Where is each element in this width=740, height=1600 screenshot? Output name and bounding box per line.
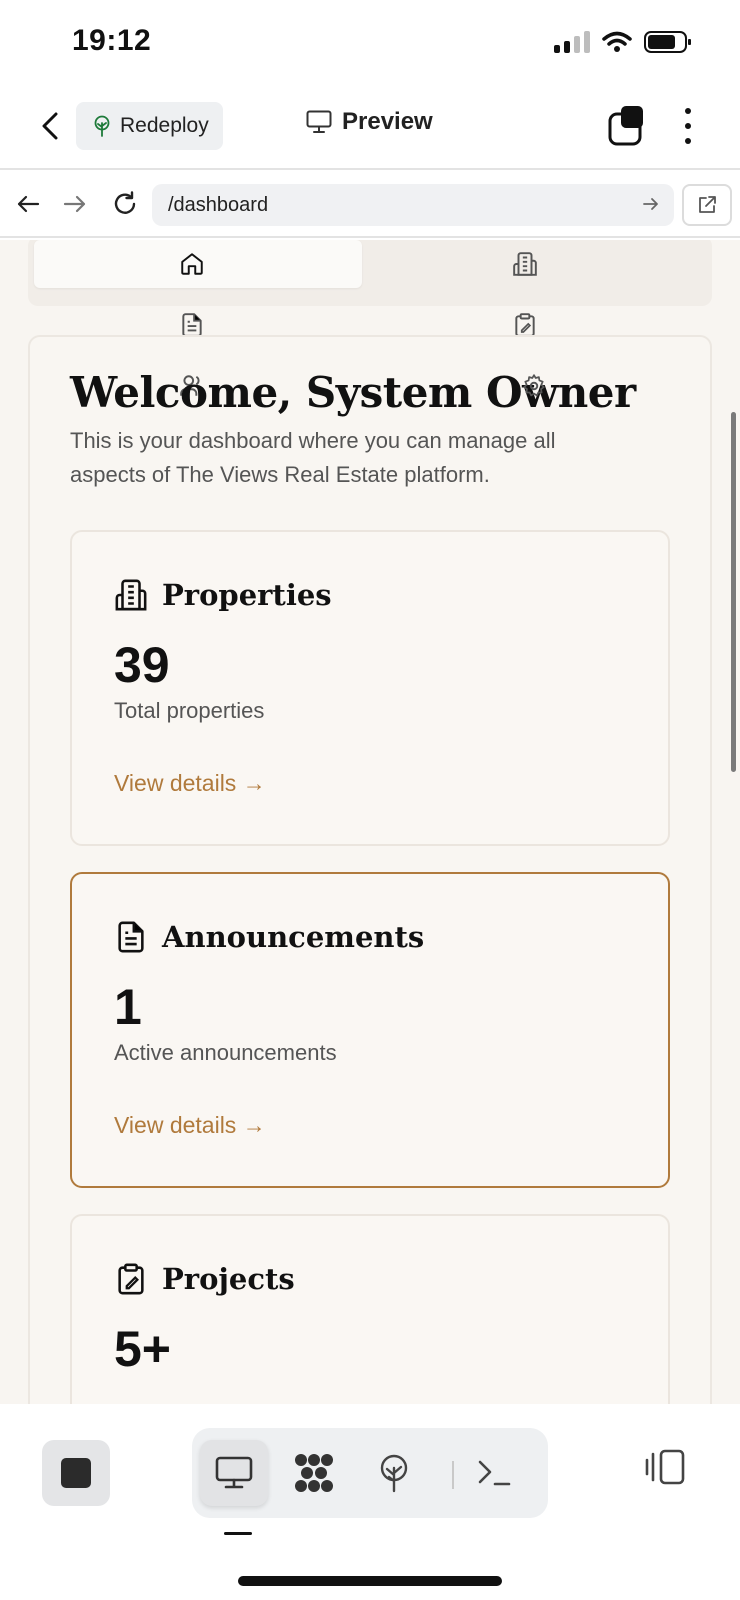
card-value: 1 — [114, 979, 142, 1035]
dashboard-nav-tabs — [28, 240, 712, 306]
tab-home[interactable] — [177, 249, 207, 279]
console-view-button[interactable] — [460, 1440, 528, 1506]
document-icon — [118, 921, 144, 953]
announcements-card[interactable]: Announcements 1 Active announcements Vie… — [70, 872, 670, 1188]
battery-icon — [644, 31, 691, 53]
go-arrow-icon[interactable] — [642, 195, 660, 213]
external-link-icon — [699, 196, 716, 213]
open-external-button[interactable] — [682, 184, 732, 226]
card-title: Properties — [162, 578, 332, 612]
tabs-icon — [608, 106, 643, 146]
scrollbar[interactable] — [731, 412, 736, 772]
preview-title: Preview — [306, 108, 433, 136]
card-header: Projects — [114, 1262, 295, 1296]
browser-forward-button[interactable] — [60, 189, 90, 219]
stop-icon — [61, 1458, 91, 1488]
more-options-button[interactable] — [676, 104, 700, 148]
tab-properties[interactable] — [510, 249, 540, 279]
card-label: Total properties — [114, 698, 265, 723]
terminal-icon — [478, 1460, 511, 1486]
reload-icon — [114, 191, 136, 214]
browser-back-button[interactable] — [13, 189, 43, 219]
monitor-icon — [306, 110, 332, 133]
settings-icon — [523, 374, 545, 397]
card-label: Active announcements — [114, 1040, 337, 1065]
stop-button[interactable] — [42, 1440, 110, 1506]
home-indicator — [238, 1576, 502, 1586]
split-view-button[interactable] — [642, 1444, 688, 1490]
nodes-icon — [295, 1454, 333, 1492]
wifi-icon — [602, 31, 632, 52]
view-details-link[interactable]: View details → — [114, 1112, 266, 1139]
reload-button[interactable] — [110, 189, 140, 219]
building-icon — [115, 579, 147, 611]
status-icons — [554, 30, 692, 54]
building-icon — [513, 252, 537, 276]
workflow-view-button[interactable] — [280, 1440, 348, 1506]
redeploy-label: Redeploy — [120, 114, 209, 137]
properties-card[interactable]: Properties 39 Total properties View deta… — [70, 530, 670, 846]
url-input[interactable]: /dashboard — [152, 184, 674, 226]
active-view-indicator — [224, 1532, 252, 1535]
tree-icon — [380, 1454, 408, 1493]
page-description: This is your dashboard where you can man… — [70, 428, 556, 487]
arrow-left-icon — [17, 195, 40, 213]
home-icon — [181, 253, 203, 275]
card-header: Announcements — [114, 920, 424, 954]
signal-icon — [554, 31, 590, 53]
toolbar-divider — [452, 1461, 454, 1489]
card-value: 5+ — [114, 1321, 172, 1377]
projects-card[interactable]: Projects 5+ — [70, 1214, 670, 1404]
bottom-toolbar — [0, 1404, 740, 1600]
preview-label: Preview — [342, 108, 433, 135]
page-title: Welcome, System Owner — [70, 368, 636, 417]
tab-settings[interactable] — [519, 371, 549, 401]
url-text: /dashboard — [168, 193, 269, 216]
card-title: Announcements — [162, 920, 425, 954]
view-details-link[interactable]: View details → — [114, 770, 266, 797]
chevron-left-icon — [42, 112, 58, 140]
card-title: Projects — [162, 1262, 295, 1296]
browser-bar: /dashboard — [0, 172, 740, 238]
tree-icon — [94, 115, 110, 137]
app-header: Redeploy Preview — [0, 84, 740, 170]
card-value: 39 — [114, 637, 170, 693]
status-time: 19:12 — [72, 24, 152, 57]
redeploy-button[interactable]: Redeploy — [76, 102, 223, 150]
page-viewport[interactable]: Welcome, System Owner This is your dashb… — [0, 240, 740, 1404]
arrow-right-icon — [63, 195, 86, 213]
card-header: Properties — [114, 578, 332, 612]
clipboard-icon — [118, 1263, 144, 1295]
monitor-icon — [215, 1456, 253, 1489]
split-view-icon — [645, 1449, 685, 1485]
status-bar: 19:12 — [0, 0, 740, 84]
deploy-view-button[interactable] — [360, 1440, 428, 1506]
back-button[interactable] — [32, 106, 68, 146]
tabs-button[interactable] — [608, 104, 648, 148]
view-switcher — [192, 1428, 548, 1518]
preview-view-button[interactable] — [200, 1440, 268, 1506]
